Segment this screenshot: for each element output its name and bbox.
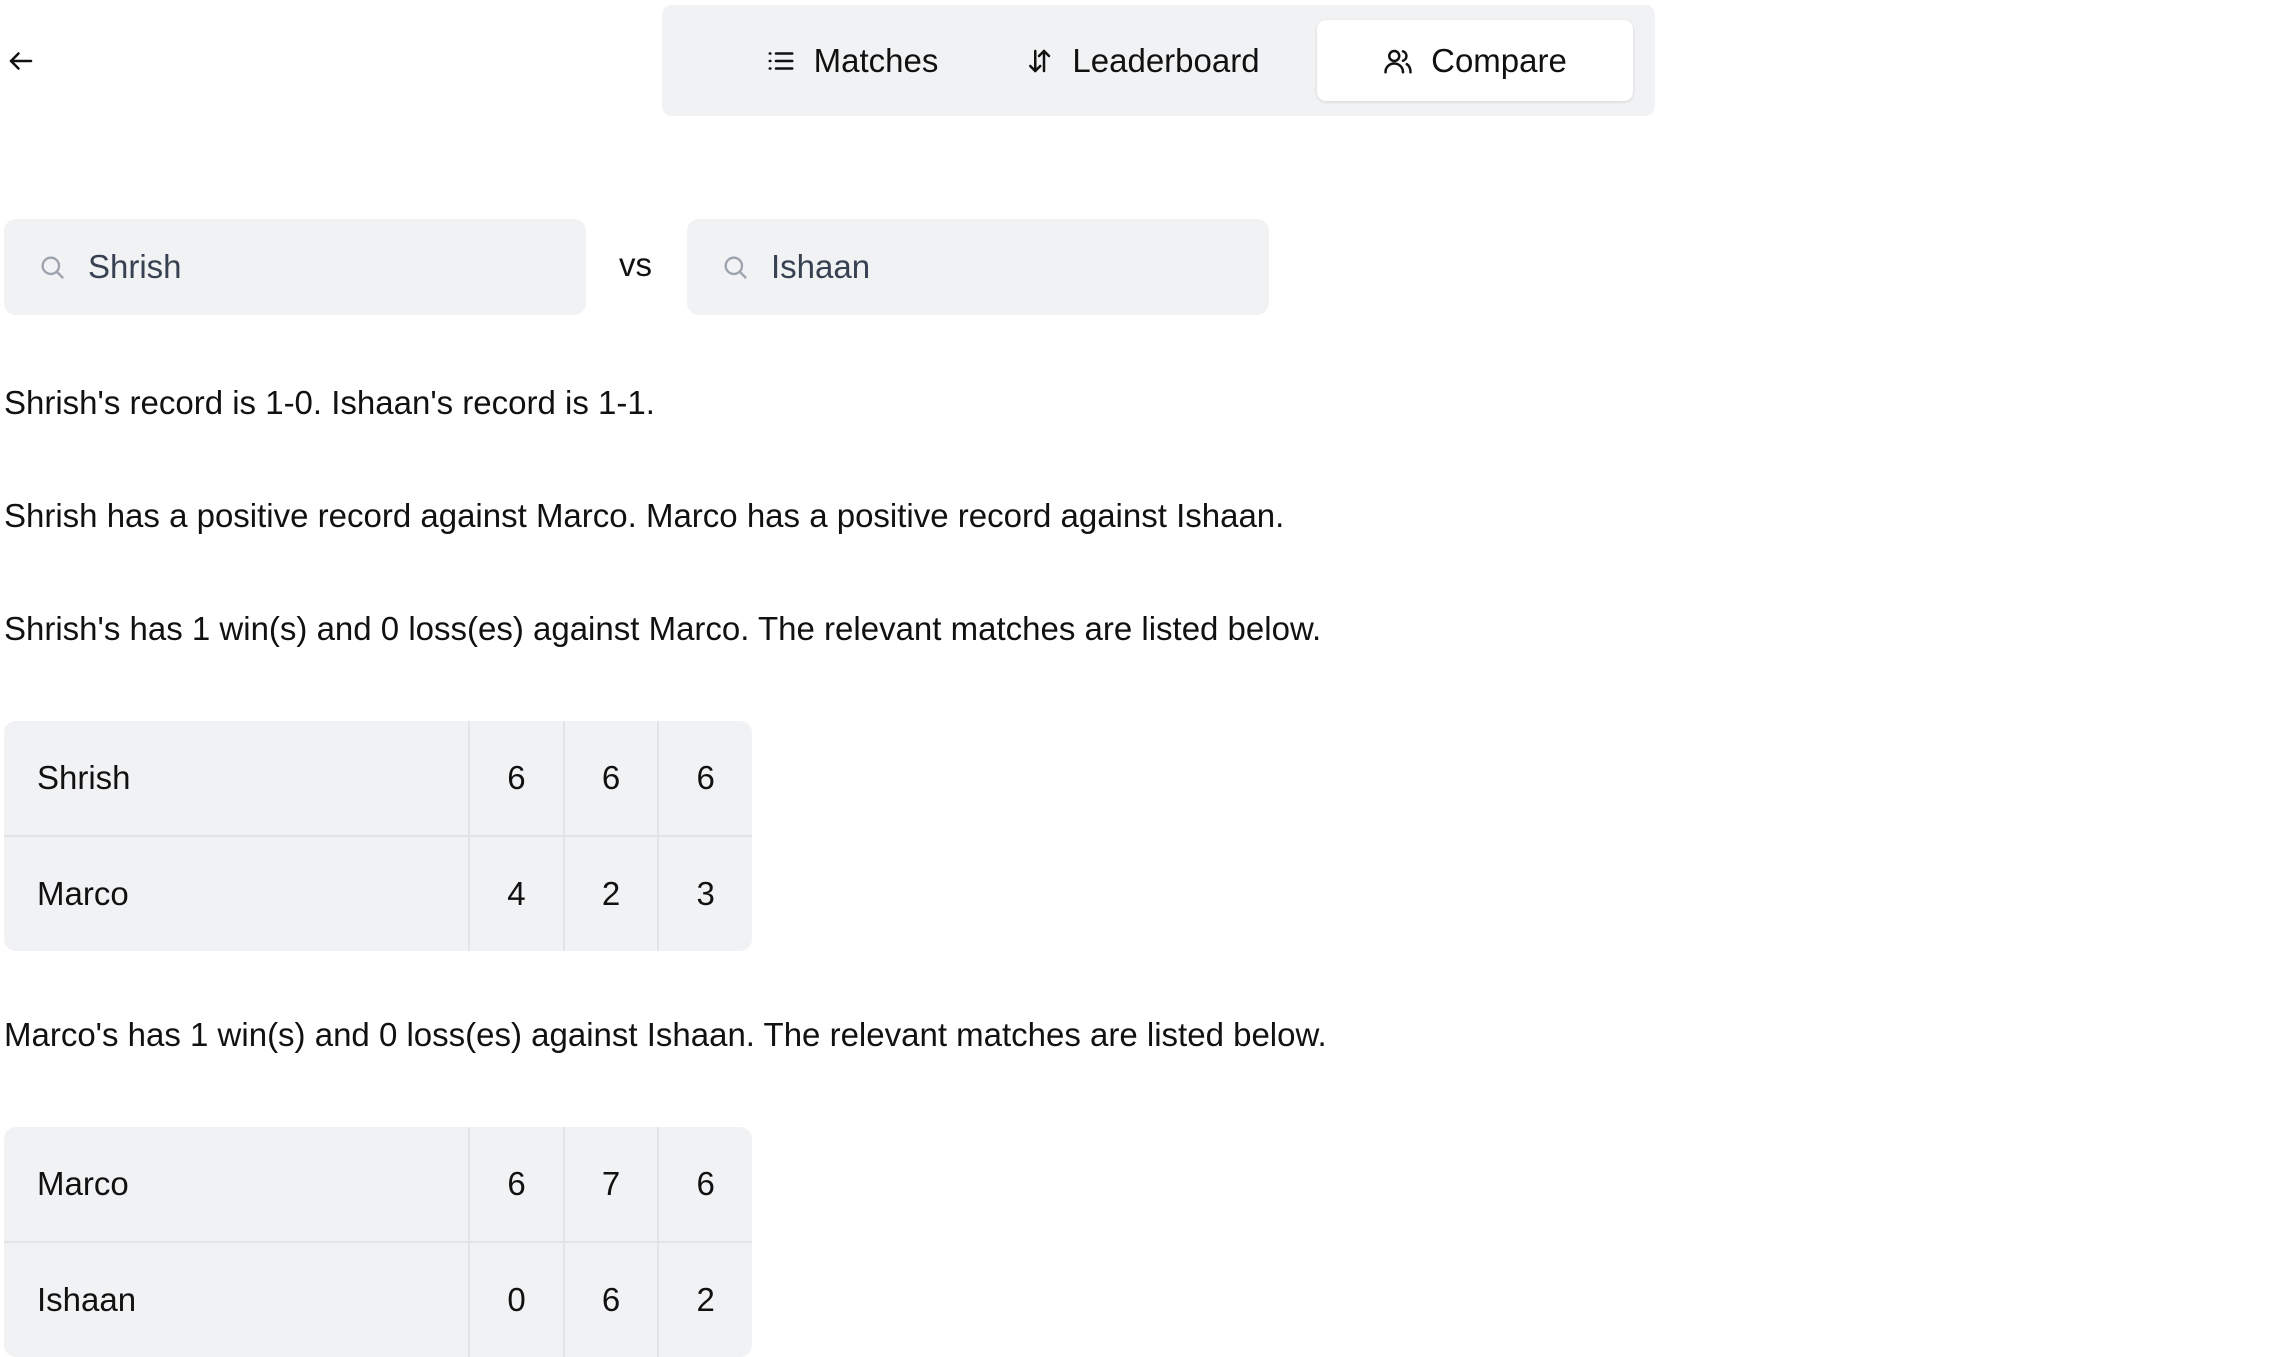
chain-summary: Shrish has a positive record against Mar… bbox=[4, 497, 1285, 534]
tab-leaderboard[interactable]: Leaderboard bbox=[1002, 20, 1282, 101]
player-name: Marco bbox=[4, 1127, 469, 1243]
list-icon bbox=[768, 51, 794, 70]
set-score: 6 bbox=[657, 1127, 752, 1243]
view-tabs: Matches Leaderboard Compare bbox=[662, 5, 1655, 116]
player1-search[interactable] bbox=[4, 219, 586, 315]
table-row: Marco 6 7 6 bbox=[4, 1127, 752, 1243]
player1-input[interactable] bbox=[86, 247, 550, 287]
set-score: 6 bbox=[562, 721, 658, 837]
set-score: 2 bbox=[562, 837, 658, 951]
section-2-text: Marco's has 1 win(s) and 0 loss(es) agai… bbox=[4, 1016, 1327, 1053]
set-score: 0 bbox=[468, 1243, 563, 1357]
set-score: 3 bbox=[657, 837, 752, 951]
set-score: 4 bbox=[468, 837, 563, 951]
table-row: Marco 4 2 3 bbox=[4, 837, 752, 951]
search-icon bbox=[724, 256, 747, 279]
player2-input[interactable] bbox=[769, 247, 1233, 287]
set-score: 2 bbox=[657, 1243, 752, 1357]
users-icon bbox=[1384, 49, 1412, 73]
tab-leaderboard-label: Leaderboard bbox=[1072, 41, 1260, 79]
tab-compare[interactable]: Compare bbox=[1317, 20, 1633, 101]
tab-compare-label: Compare bbox=[1431, 41, 1567, 79]
section-1-text: Shrish's has 1 win(s) and 0 loss(es) aga… bbox=[4, 610, 1322, 647]
back-button[interactable] bbox=[4, 44, 38, 78]
search-icon bbox=[41, 256, 64, 279]
tab-matches-label: Matches bbox=[813, 41, 939, 79]
vs-label: vs bbox=[619, 246, 652, 283]
match-table-1: Shrish 6 6 6 Marco 4 2 3 bbox=[4, 721, 752, 951]
player-name: Shrish bbox=[4, 721, 469, 837]
set-score: 7 bbox=[562, 1127, 658, 1243]
player-name: Ishaan bbox=[37, 1281, 137, 1318]
arrow-left-icon bbox=[9, 52, 33, 70]
set-score: 6 bbox=[657, 721, 752, 837]
records-summary: Shrish's record is 1-0. Ishaan's record … bbox=[4, 384, 655, 421]
table-row: Shrish 6 6 6 bbox=[4, 721, 752, 837]
player2-search[interactable] bbox=[687, 219, 1269, 315]
table-row: Ishaan 0 6 2 bbox=[4, 1243, 752, 1357]
set-score: 6 bbox=[468, 1127, 563, 1243]
match-table-2: Marco 6 7 6 Ishaan 0 6 2 bbox=[4, 1127, 752, 1357]
player-name: Marco bbox=[37, 875, 129, 912]
sort-arrows-icon bbox=[1029, 49, 1051, 72]
set-score: 6 bbox=[468, 721, 563, 837]
tab-matches[interactable]: Matches bbox=[722, 20, 982, 101]
set-score: 6 bbox=[562, 1243, 658, 1357]
